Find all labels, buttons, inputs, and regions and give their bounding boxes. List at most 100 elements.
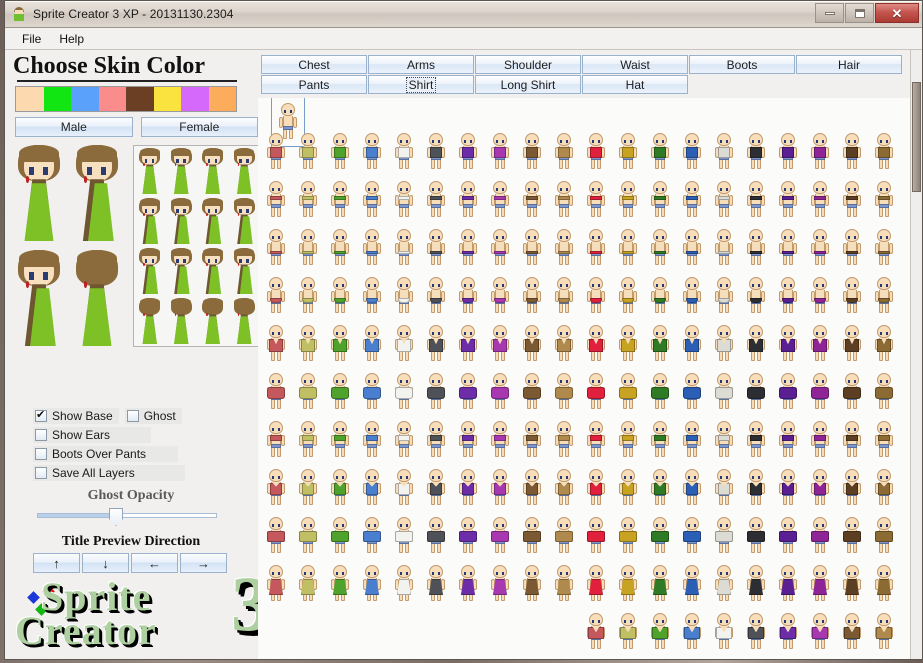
sprite-cell[interactable]: [420, 272, 452, 320]
sprite-cell[interactable]: [292, 416, 324, 464]
sprite-cell[interactable]: [740, 368, 772, 416]
sprite-cell[interactable]: [804, 272, 836, 320]
sprite-cell[interactable]: [644, 464, 676, 512]
tab-waist[interactable]: Waist: [582, 55, 688, 74]
sprite-cell[interactable]: [580, 560, 612, 608]
sprite-cell[interactable]: [868, 176, 900, 224]
tab-long-shirt[interactable]: Long Shirt: [475, 75, 581, 94]
sprite-cell[interactable]: [548, 416, 580, 464]
sprite-cell[interactable]: [580, 224, 612, 272]
sprite-cell[interactable]: [708, 608, 740, 656]
tab-arms[interactable]: Arms: [368, 55, 474, 74]
sprite-cell[interactable]: [836, 320, 868, 368]
checkbox-show-base[interactable]: Show Base: [33, 408, 119, 424]
sprite-cell[interactable]: [516, 464, 548, 512]
sprite-cell[interactable]: [772, 608, 804, 656]
sprite-cell[interactable]: [612, 512, 644, 560]
sprite-cell[interactable]: [324, 512, 356, 560]
sprite-cell[interactable]: [644, 320, 676, 368]
sprite-cell[interactable]: [740, 464, 772, 512]
sprite-cell[interactable]: [260, 320, 292, 368]
sprite-cell[interactable]: [708, 512, 740, 560]
sprite-cell[interactable]: [868, 512, 900, 560]
sprite-cell[interactable]: [868, 464, 900, 512]
sprite-cell[interactable]: [548, 272, 580, 320]
sprite-cell[interactable]: [612, 416, 644, 464]
sprite-cell[interactable]: [804, 464, 836, 512]
skin-swatch-orange[interactable]: [208, 87, 236, 112]
sprite-cell[interactable]: [612, 368, 644, 416]
checkbox-save-all-layers[interactable]: Save All Layers: [33, 465, 185, 481]
slider-thumb[interactable]: [109, 508, 123, 526]
sprite-cell[interactable]: [676, 464, 708, 512]
sprite-cell[interactable]: [868, 320, 900, 368]
sprite-cell[interactable]: [548, 176, 580, 224]
sprite-cell[interactable]: [804, 320, 836, 368]
sprite-cell[interactable]: [388, 416, 420, 464]
sprite-cell[interactable]: [868, 128, 900, 176]
sprite-cell[interactable]: [516, 560, 548, 608]
skin-swatch-violet[interactable]: [181, 87, 209, 112]
sprite-cell[interactable]: [772, 512, 804, 560]
sprite-cell[interactable]: [868, 272, 900, 320]
sprite-cell[interactable]: [260, 272, 292, 320]
sprite-cell[interactable]: [804, 128, 836, 176]
sprite-cell[interactable]: [356, 224, 388, 272]
sprite-cell[interactable]: [260, 416, 292, 464]
sprite-cell[interactable]: [868, 608, 900, 656]
sprite-cell[interactable]: [420, 224, 452, 272]
sprite-cell[interactable]: [388, 464, 420, 512]
sprite-cell[interactable]: [740, 560, 772, 608]
sprite-cell[interactable]: [868, 224, 900, 272]
sprite-cell[interactable]: [356, 272, 388, 320]
sprite-cell[interactable]: [356, 512, 388, 560]
sprite-cell[interactable]: [324, 272, 356, 320]
sprite-cell[interactable]: [548, 512, 580, 560]
sprite-cell[interactable]: [676, 512, 708, 560]
menu-item-help[interactable]: Help: [50, 30, 93, 48]
sprite-cell[interactable]: [708, 320, 740, 368]
maximize-button[interactable]: [845, 3, 874, 23]
sprite-cell[interactable]: [324, 416, 356, 464]
sprite-cell[interactable]: [292, 560, 324, 608]
sprite-cell[interactable]: [260, 224, 292, 272]
sprite-cell[interactable]: [484, 368, 516, 416]
skin-swatch-yellow[interactable]: [153, 87, 181, 112]
sprite-cell[interactable]: [516, 128, 548, 176]
sprite-cell[interactable]: [676, 416, 708, 464]
sprite-cell[interactable]: [516, 224, 548, 272]
menu-item-file[interactable]: File: [13, 30, 50, 48]
sprite-cell[interactable]: [740, 416, 772, 464]
sprite-cell[interactable]: [676, 272, 708, 320]
sprite-cell[interactable]: [676, 176, 708, 224]
sprite-cell[interactable]: [292, 512, 324, 560]
sprite-cell[interactable]: [772, 368, 804, 416]
sprite-cell[interactable]: [516, 368, 548, 416]
sprite-cell[interactable]: [516, 320, 548, 368]
sprite-cell[interactable]: [452, 320, 484, 368]
sprite-cell[interactable]: [388, 368, 420, 416]
male-button[interactable]: Male: [15, 117, 133, 138]
sprite-cell[interactable]: [516, 512, 548, 560]
sprite-cell[interactable]: [804, 608, 836, 656]
sprite-cell[interactable]: [644, 512, 676, 560]
sprite-cell[interactable]: [612, 464, 644, 512]
sprite-cell[interactable]: [260, 128, 292, 176]
sprite-cell[interactable]: [260, 464, 292, 512]
sprite-cell[interactable]: [292, 224, 324, 272]
sprite-cell[interactable]: [420, 128, 452, 176]
sprite-cell[interactable]: [580, 128, 612, 176]
sprite-cell[interactable]: [676, 320, 708, 368]
sprite-cell[interactable]: [452, 272, 484, 320]
sprite-cell[interactable]: [580, 320, 612, 368]
female-button[interactable]: Female: [140, 117, 258, 138]
sprite-cell[interactable]: [612, 224, 644, 272]
sprite-cell[interactable]: [740, 320, 772, 368]
sprite-cell[interactable]: [420, 464, 452, 512]
sprite-cell[interactable]: [260, 368, 292, 416]
sprite-cell[interactable]: [548, 464, 580, 512]
sprite-cell[interactable]: [772, 560, 804, 608]
sprite-cell[interactable]: [644, 224, 676, 272]
sprite-cell[interactable]: [452, 416, 484, 464]
sprite-cell[interactable]: [580, 368, 612, 416]
